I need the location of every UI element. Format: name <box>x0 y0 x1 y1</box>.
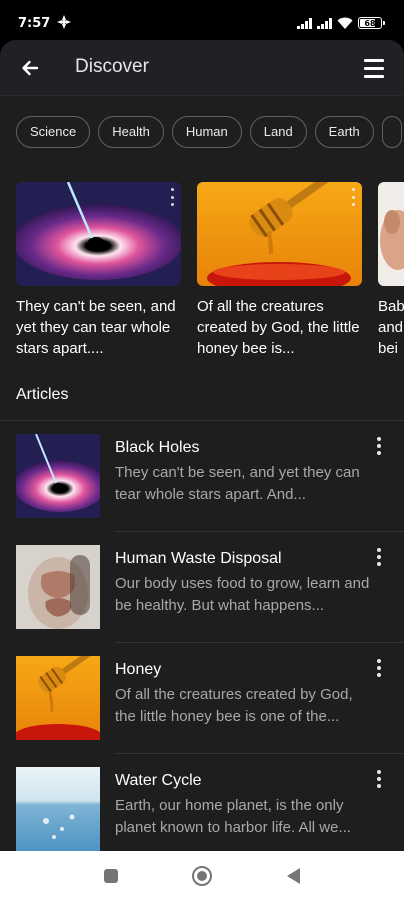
chip-human[interactable]: Human <box>171 116 242 148</box>
recents-button[interactable] <box>104 869 118 883</box>
more-options-icon[interactable] <box>350 188 356 206</box>
back-button[interactable] <box>14 52 46 84</box>
chip-earth[interactable]: Earth <box>314 116 374 148</box>
featured-card[interactable]: Bab and bei <box>378 182 404 362</box>
more-options-icon[interactable] <box>374 770 384 788</box>
honey-thumbnail <box>16 656 100 740</box>
discover-screen: Discover Science Health Human Land Earth <box>0 40 404 851</box>
chip-science[interactable]: Science <box>16 116 91 148</box>
menu-button[interactable] <box>358 52 390 84</box>
system-back-button[interactable] <box>287 868 300 884</box>
article-item[interactable]: Human Waste Disposal Our body uses food … <box>0 532 404 643</box>
black-hole-thumbnail <box>16 434 100 518</box>
more-options-icon[interactable] <box>169 188 175 206</box>
article-snippet: Of all the creatures created by God, the… <box>115 686 353 725</box>
baby-image <box>378 182 404 286</box>
article-item[interactable]: Honey Of all the creatures created by Go… <box>0 643 404 754</box>
water-thumbnail <box>16 767 100 851</box>
status-bar: 7:57 68 <box>0 0 404 40</box>
battery-percent: 68 <box>364 18 376 28</box>
battery-icon: 68 <box>358 17 385 29</box>
digestive-system-thumbnail <box>16 545 100 629</box>
chip-health[interactable]: Health <box>98 116 164 148</box>
arrow-left-icon <box>22 60 39 76</box>
status-time: 7:57 <box>18 16 51 31</box>
article-item[interactable]: Water Cycle Earth, our home planet, is t… <box>0 754 404 851</box>
more-options-icon[interactable] <box>374 548 384 566</box>
featured-card-text: They can't be seen, and yet they can tea… <box>16 298 176 357</box>
article-title: Human Waste Disposal <box>115 550 282 567</box>
article-snippet: Our body uses food to grow, learn and be… <box>115 575 370 614</box>
hamburger-menu-icon <box>364 58 384 62</box>
app-bar: Discover <box>0 40 404 96</box>
featured-card[interactable]: Of all the creatures created by God, the… <box>197 182 362 362</box>
article-title: Honey <box>115 661 162 678</box>
article-item[interactable]: Black Holes They can't be seen, and yet … <box>0 421 404 532</box>
signal-icon <box>297 17 312 29</box>
fan-icon <box>57 15 71 29</box>
system-nav-bar <box>0 851 404 900</box>
black-hole-image <box>16 182 181 286</box>
chip-land[interactable]: Land <box>249 116 307 148</box>
chip-more[interactable] <box>381 116 402 148</box>
featured-card[interactable]: They can't be seen, and yet they can tea… <box>16 182 181 362</box>
featured-card-text: Bab and bei <box>378 298 404 357</box>
featured-carousel[interactable]: They can't be seen, and yet they can tea… <box>16 182 404 362</box>
articles-heading: Articles <box>16 386 69 403</box>
article-title: Black Holes <box>115 439 200 456</box>
featured-card-text: Of all the creatures created by God, the… <box>197 298 360 357</box>
signal-icon <box>317 17 332 29</box>
article-list: Black Holes They can't be seen, and yet … <box>0 421 404 851</box>
more-options-icon[interactable] <box>374 659 384 677</box>
article-snippet: Earth, our home planet, is the only plan… <box>115 797 351 836</box>
home-button[interactable] <box>192 866 212 886</box>
category-chips[interactable]: Science Health Human Land Earth <box>16 116 404 148</box>
wifi-icon <box>337 17 353 29</box>
more-options-icon[interactable] <box>374 437 384 455</box>
article-snippet: They can't be seen, and yet they can tea… <box>115 464 360 503</box>
status-icons: 68 <box>297 15 385 31</box>
article-title: Water Cycle <box>115 772 202 789</box>
page-title: Discover <box>75 56 149 77</box>
honey-image <box>197 182 362 286</box>
